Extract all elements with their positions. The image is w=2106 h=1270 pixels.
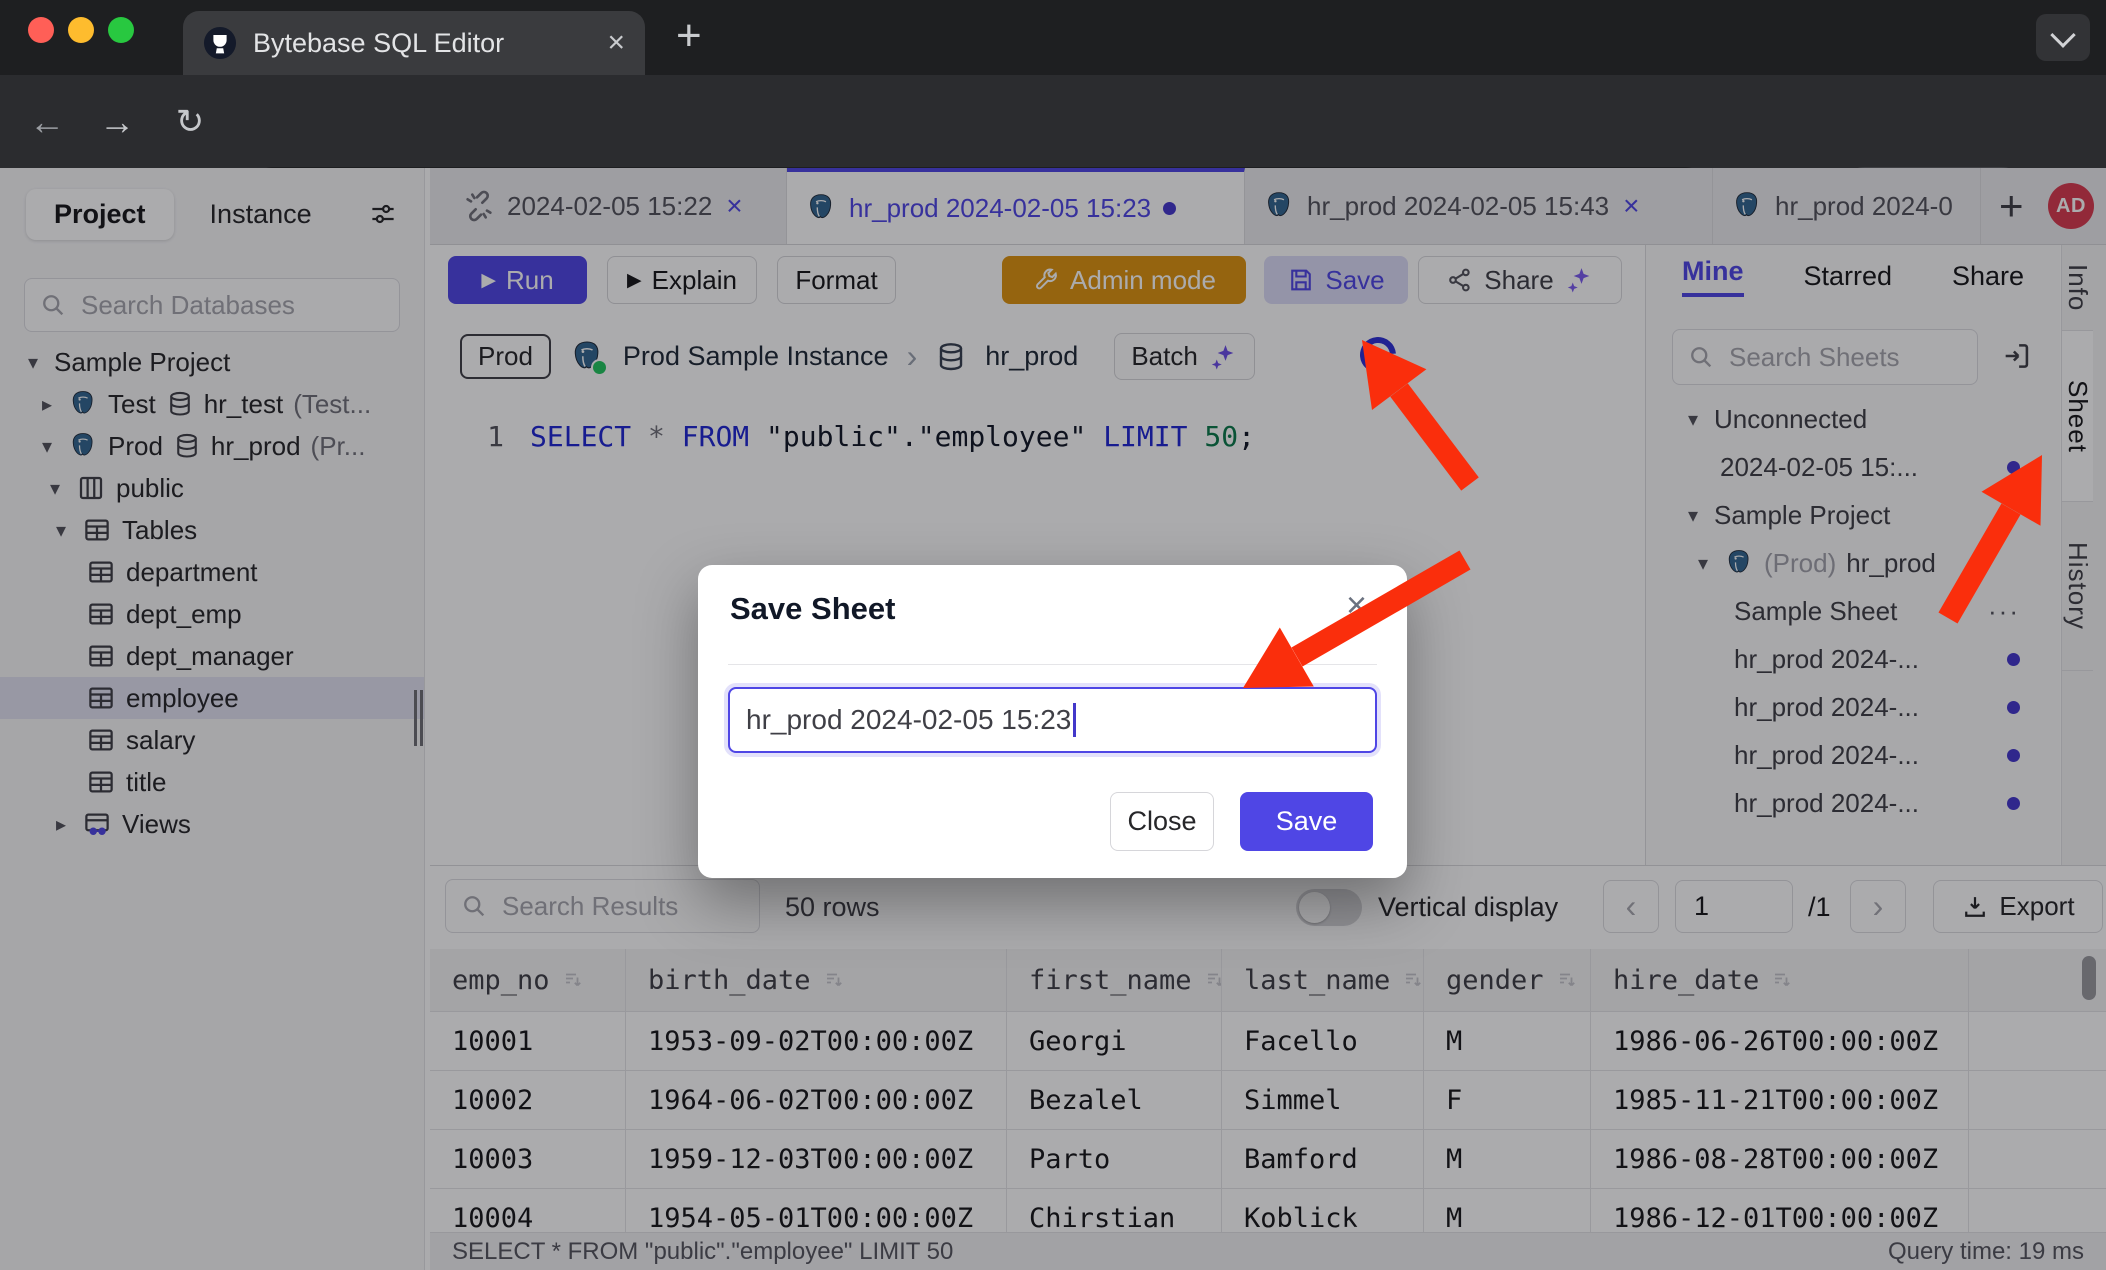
browser-toolbar: ← → ↻ i localhost:8080/sql-editor/prod-s…	[0, 75, 2106, 168]
save-sheet-button[interactable]: Save	[1240, 792, 1373, 851]
browser-tab[interactable]: Bytebase SQL Editor ×	[183, 11, 645, 75]
save-sheet-dialog: Save Sheet × hr_prod 2024-02-05 15:23 Cl…	[698, 565, 1407, 878]
close-button[interactable]: Close	[1110, 792, 1214, 851]
browser-tab-title: Bytebase SQL Editor	[253, 28, 591, 59]
macos-close-button[interactable]	[28, 17, 54, 43]
chevron-down-icon	[2050, 22, 2075, 47]
forward-button[interactable]: →	[92, 75, 142, 168]
back-button[interactable]: ←	[22, 75, 72, 168]
reload-button[interactable]: ↻	[162, 75, 218, 168]
bytebase-favicon-icon	[203, 26, 237, 60]
text-cursor	[1073, 703, 1076, 737]
close-dialog-icon[interactable]: ×	[1346, 587, 1367, 623]
screen: Bytebase SQL Editor × + ← → ↻ i localhos…	[0, 0, 2106, 1270]
dialog-divider	[728, 664, 1377, 665]
bytebase-app: Project Instance ▾Sample Project▸Testhr_…	[0, 168, 2106, 1270]
browser-tab-strip: Bytebase SQL Editor × +	[0, 0, 2106, 75]
tab-search-button[interactable]	[2036, 14, 2090, 61]
sheet-name-value: hr_prod 2024-02-05 15:23	[746, 704, 1071, 736]
macos-zoom-button[interactable]	[108, 17, 134, 43]
dialog-title: Save Sheet	[730, 591, 895, 627]
new-tab-button[interactable]: +	[676, 14, 702, 58]
close-tab-icon[interactable]: ×	[607, 28, 625, 58]
sheet-name-input[interactable]: hr_prod 2024-02-05 15:23	[728, 687, 1377, 753]
macos-minimize-button[interactable]	[68, 17, 94, 43]
